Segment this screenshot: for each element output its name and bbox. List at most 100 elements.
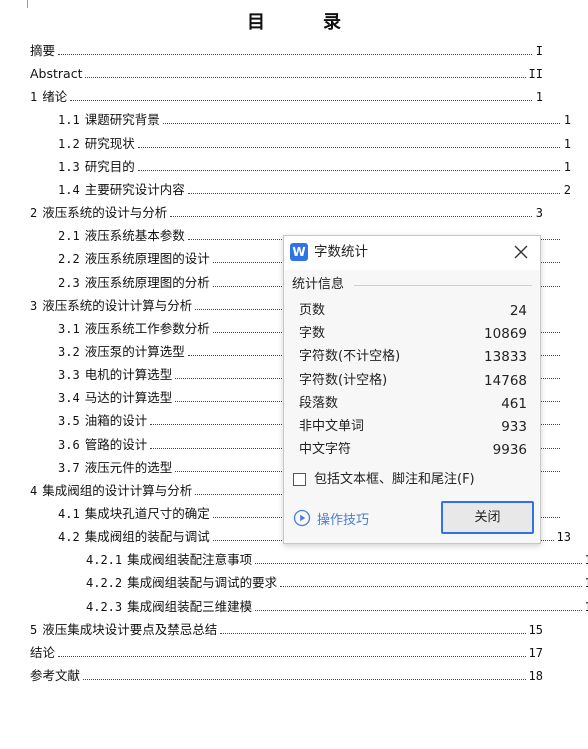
stat-value: 9936 bbox=[492, 442, 527, 458]
toc-entry[interactable]: 1 绪论 1 bbox=[30, 88, 543, 106]
toc-entry-title: 液压系统工作参数分析 bbox=[84, 321, 210, 336]
stat-row: 字符数(不计空格) 13833 bbox=[299, 347, 527, 367]
stat-label: 字符数(不计空格) bbox=[299, 349, 401, 364]
toc-entry-title: Abstract bbox=[30, 66, 83, 81]
toc-entry-label: 2.1 液压系统基本参数 bbox=[58, 227, 185, 245]
toc-entry-number: 2.1 bbox=[58, 229, 80, 243]
toc-entry[interactable]: 1.4 主要研究设计内容 2 bbox=[30, 181, 571, 199]
toc-entry-label: 摘要 bbox=[30, 42, 55, 60]
toc-entry-number: 4.1 bbox=[58, 507, 80, 521]
toc-title-char: 目 bbox=[247, 12, 265, 33]
toc-entry-number: 3.7 bbox=[58, 461, 80, 475]
stat-row: 中文字符 9936 bbox=[299, 440, 527, 460]
stat-label: 中文字符 bbox=[299, 442, 352, 457]
close-button[interactable]: 关闭 bbox=[441, 501, 534, 534]
toc-entry-label: 4.2 集成阀组的装配与调试 bbox=[58, 528, 210, 546]
toc-dot-leader bbox=[162, 123, 560, 124]
toc-entry-page: 18 bbox=[528, 669, 543, 683]
toc-entry-label: 2.3 液压系统原理图的分析 bbox=[58, 274, 210, 292]
toc-entry-page: I bbox=[535, 44, 543, 58]
stat-value: 461 bbox=[501, 396, 527, 412]
include-textbox-footnote-label[interactable]: 包括文本框、脚注和尾注(F) bbox=[314, 471, 475, 489]
toc-entry-title: 集成阀组的装配与调试 bbox=[84, 529, 210, 544]
toc-entry-label: 3.4 马达的计算选型 bbox=[58, 389, 172, 407]
toc-entry-number: 4 bbox=[30, 484, 38, 498]
toc-entry-label: 3 液压系统的设计计算与分析 bbox=[30, 297, 192, 315]
include-textbox-footnote-checkbox[interactable] bbox=[293, 473, 306, 486]
toc-entry-label: 3.2 液压泵的计算选型 bbox=[58, 343, 185, 361]
toc-entry-number: 3.2 bbox=[58, 345, 80, 359]
toc-entry[interactable]: 5 液压集成块设计要点及禁忌总结 15 bbox=[30, 621, 543, 639]
toc-entry-title: 管路的设计 bbox=[84, 437, 148, 452]
toc-entry-label: 1.4 主要研究设计内容 bbox=[58, 181, 185, 199]
stat-label: 字数 bbox=[299, 326, 326, 341]
toc-entry-title: 结论 bbox=[30, 645, 56, 660]
toc-entry-number: 1.1 bbox=[58, 113, 80, 127]
stat-value: 10869 bbox=[484, 326, 527, 342]
toc-entry-title: 集成阀组装配注意事项 bbox=[127, 552, 253, 567]
toc-entry-title: 研究目的 bbox=[84, 159, 135, 174]
stats-section-label: 统计信息 bbox=[292, 277, 345, 292]
toc-entry[interactable]: 1.1 课题研究背景 1 bbox=[30, 111, 571, 129]
toc-dot-leader bbox=[58, 656, 526, 657]
toc-entry-number: 1 bbox=[30, 90, 38, 104]
toc-entry-label: 1.3 研究目的 bbox=[58, 158, 135, 176]
toc-entry[interactable]: 摘要 I bbox=[30, 42, 543, 60]
toc-entry-page: 13 bbox=[585, 551, 588, 569]
stat-value: 14768 bbox=[484, 373, 527, 389]
toc-entry-label: 4 集成阀组的设计计算与分析 bbox=[30, 482, 192, 500]
toc-entry-title: 液压系统基本参数 bbox=[84, 228, 185, 243]
toc-entry[interactable]: 参考文献 18 bbox=[30, 667, 543, 685]
toc-entry[interactable]: 1.3 研究目的 1 bbox=[30, 158, 571, 176]
toc-entry-label: 参考文献 bbox=[30, 667, 80, 685]
toc-entry-page: 1 bbox=[563, 160, 571, 174]
dialog-title: 字数统计 bbox=[314, 244, 368, 260]
toc-entry[interactable]: 结论 17 bbox=[30, 644, 543, 662]
play-circle-icon bbox=[293, 509, 311, 527]
toc-entry-title: 油箱的设计 bbox=[84, 413, 148, 428]
toc-entry-label: 3.3 电机的计算选型 bbox=[58, 366, 172, 384]
toc-entry-title: 集成阀组装配三维建模 bbox=[127, 599, 253, 614]
toc-dot-leader bbox=[187, 193, 560, 194]
stat-row: 非中文单词 933 bbox=[299, 417, 527, 437]
toc-entry[interactable]: 1.2 研究现状 1 bbox=[30, 135, 571, 153]
toc-entry-title: 主要研究设计内容 bbox=[84, 182, 185, 197]
tips-link[interactable]: 操作技巧 bbox=[293, 508, 369, 528]
toc-entry-page: 1 bbox=[563, 137, 571, 151]
stat-row: 字符数(计空格) 14768 bbox=[299, 371, 527, 391]
stat-value: 24 bbox=[509, 303, 527, 319]
toc-entry-number: 4.2.2 bbox=[86, 576, 123, 590]
toc-dot-leader bbox=[137, 170, 560, 171]
toc-entry-title: 绪论 bbox=[42, 89, 68, 104]
toc-entry-number: 2 bbox=[30, 206, 38, 220]
toc-entry-page: 17 bbox=[528, 646, 543, 660]
toc-entry-number: 2.2 bbox=[58, 252, 80, 266]
stat-row: 页数 24 bbox=[299, 301, 527, 321]
toc-entry-label: 5 液压集成块设计要点及禁忌总结 bbox=[30, 621, 217, 639]
toc-entry-title: 液压系统的设计计算与分析 bbox=[42, 298, 193, 313]
dialog-titlebar[interactable]: W 字数统计 bbox=[284, 236, 540, 270]
stat-label: 非中文单词 bbox=[299, 419, 365, 434]
close-icon[interactable] bbox=[512, 243, 530, 261]
toc-dot-leader bbox=[137, 147, 560, 148]
toc-entry-number: 1.2 bbox=[58, 137, 80, 151]
toc-entry[interactable]: 4.2.2 集成阀组装配与调试的要求 13 bbox=[30, 574, 588, 592]
stat-label: 字符数(计空格) bbox=[299, 373, 388, 388]
toc-entry-number: 2.3 bbox=[58, 276, 80, 290]
toc-entry-number: 3 bbox=[30, 299, 38, 313]
toc-entry[interactable]: Abstract II bbox=[30, 65, 543, 83]
stat-row: 段落数 461 bbox=[299, 394, 527, 414]
page-corner-mark bbox=[27, 0, 28, 8]
toc-entry[interactable]: 4.2.1 集成阀组装配注意事项 13 bbox=[30, 551, 588, 569]
toc-entry[interactable]: 4.2.3 集成阀组装配三维建模 14 bbox=[30, 598, 588, 616]
toc-entry-label: 4.1 集成块孔道尺寸的确定 bbox=[58, 505, 210, 523]
toc-dot-leader bbox=[255, 563, 582, 564]
tips-link-label: 操作技巧 bbox=[317, 512, 370, 528]
toc-entry-label: 3.7 液压元件的选型 bbox=[58, 459, 172, 477]
toc-entry-title: 研究现状 bbox=[84, 136, 135, 151]
toc-entry[interactable]: 2 液压系统的设计与分析 3 bbox=[30, 204, 543, 222]
toc-dot-leader bbox=[58, 54, 532, 55]
toc-entry-title: 液压系统原理图的设计 bbox=[84, 251, 210, 266]
toc-entry-label: 3.5 油箱的设计 bbox=[58, 412, 147, 430]
toc-entry-label: 2.2 液压系统原理图的设计 bbox=[58, 250, 210, 268]
